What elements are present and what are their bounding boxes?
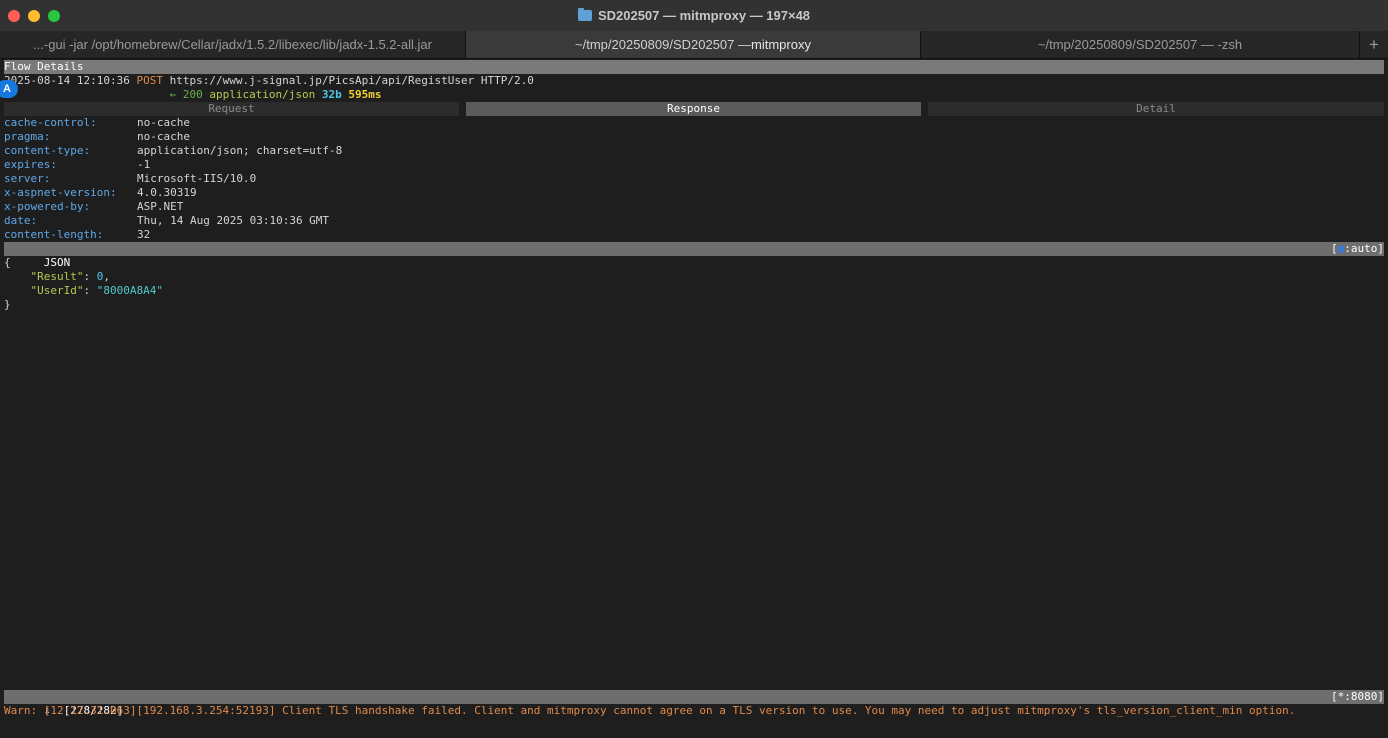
header-row: content-type: application/json; charset=u… — [4, 144, 1384, 158]
flow-details-header: Flow Details — [4, 60, 1384, 74]
flow-status: ← 200 — [169, 88, 203, 101]
header-key: server: — [4, 172, 51, 185]
detail-tabs: Request Response Detail — [4, 102, 1384, 116]
close-button[interactable] — [8, 10, 20, 22]
json-close-brace: } — [4, 298, 11, 311]
status-bar: ⇩ [278/282] [*:8080] — [4, 690, 1384, 717]
json-value: "8000A8A4" — [96, 284, 163, 297]
flow-response-line[interactable]: ← 200 application/json 32b 595ms — [4, 88, 1384, 102]
new-tab-button[interactable]: + — [1360, 31, 1388, 58]
flow-timestamp: 2025-08-14 12:10:36 — [4, 74, 130, 87]
flow-request-line[interactable]: 2025-08-14 12:10:36 POST https://www.j-s… — [4, 74, 1384, 88]
tab-jadx[interactable]: ...-gui -jar /opt/homebrew/Cellar/jadx/1… — [0, 31, 466, 58]
header-key: x-aspnet-version: — [4, 186, 117, 199]
header-row: date: Thu, 14 Aug 2025 03:10:36 GMT — [4, 214, 1384, 228]
body-view-bar[interactable]: JSON [■:auto] — [4, 242, 1384, 269]
tab-zsh[interactable]: ~/tmp/20250809/SD202507 — -zsh — [921, 31, 1360, 58]
header-value: no-cache — [137, 130, 190, 143]
header-key: cache-control: — [4, 116, 97, 129]
json-line: "UserId": "8000A8A4" — [30, 284, 163, 297]
tab-request[interactable]: Request — [4, 102, 459, 116]
window-controls — [8, 10, 60, 22]
user-avatar-badge[interactable]: A — [0, 80, 18, 98]
folder-icon — [577, 8, 592, 21]
tab-bar: ...-gui -jar /opt/homebrew/Cellar/jadx/1… — [0, 31, 1388, 59]
header-key: content-type: — [4, 144, 91, 157]
title-bar[interactable]: SD202507 — mitmproxy — 197×48 — [0, 0, 1388, 31]
json-open-brace: { — [4, 256, 11, 269]
header-value: 32 — [137, 228, 151, 241]
window-title: SD202507 — mitmproxy — 197×48 — [597, 8, 811, 23]
header-key: expires: — [4, 158, 57, 171]
header-key: pragma: — [4, 130, 51, 143]
header-row: cache-control: no-cache — [4, 116, 1384, 130]
header-value: ASP.NET — [137, 200, 184, 213]
flow-content-type: application/json — [209, 88, 316, 101]
tab-label-main: mitmproxy — [751, 37, 811, 52]
view-mode-indicator[interactable]: [■:auto] — [1331, 242, 1384, 256]
tab-label-prefix: ~/tmp/20250809/SD202507 — — [575, 37, 752, 52]
header-value: Thu, 14 Aug 2025 03:10:36 GMT — [137, 214, 330, 227]
header-row: server: Microsoft-IIS/10.0 — [4, 172, 1384, 186]
header-row: x-aspnet-version: 4.0.30319 — [4, 186, 1384, 200]
header-row: content-length: 32 — [4, 228, 1384, 242]
json-key: "UserId" — [30, 284, 84, 297]
json-line: "Result": 0, — [30, 270, 110, 283]
header-value: Microsoft-IIS/10.0 — [137, 172, 257, 185]
header-value: no-cache — [137, 116, 190, 129]
header-value: -1 — [137, 158, 151, 171]
header-row: expires: -1 — [4, 158, 1384, 172]
header-row: x-powered-by: ASP.NET — [4, 200, 1384, 214]
tab-mitmproxy[interactable]: ~/tmp/20250809/SD202507 — mitmproxy — [466, 31, 921, 58]
maximize-button[interactable] — [48, 10, 60, 22]
header-row: pragma: no-cache — [4, 130, 1384, 144]
header-value: 4.0.30319 — [137, 186, 197, 199]
header-key: content-length: — [4, 228, 104, 241]
terminal-window: SD202507 — mitmproxy — 197×48 ...-gui -j… — [0, 0, 1388, 738]
json-key: "Result" — [30, 270, 84, 283]
window-title-group: SD202507 — mitmproxy — 197×48 — [577, 8, 811, 23]
flow-method: POST — [136, 74, 163, 87]
tab-label: ...-gui -jar /opt/homebrew/Cellar/jadx/1… — [33, 37, 432, 52]
flow-url: https://www.j-signal.jp/PicsApi/api/Regi… — [169, 74, 534, 87]
terminal-content[interactable]: Flow Details 2025-08-14 12:10:36 POST ht… — [0, 59, 1388, 738]
listen-port: [*:8080] — [1331, 690, 1384, 703]
header-key: date: — [4, 214, 38, 227]
tab-label: ~/tmp/20250809/SD202507 — -zsh — [1037, 37, 1243, 52]
warning-message: Warn: [12:12:31.063][192.168.3.254:52193… — [4, 704, 1296, 717]
tab-detail[interactable]: Detail — [928, 102, 1384, 116]
flow-duration: 595ms — [348, 88, 382, 101]
header-key: x-powered-by: — [4, 200, 91, 213]
flow-size: 32b — [321, 88, 342, 101]
minimize-button[interactable] — [28, 10, 40, 22]
header-value: application/json; charset=utf-8 — [137, 144, 343, 157]
tab-response[interactable]: Response — [466, 102, 921, 116]
